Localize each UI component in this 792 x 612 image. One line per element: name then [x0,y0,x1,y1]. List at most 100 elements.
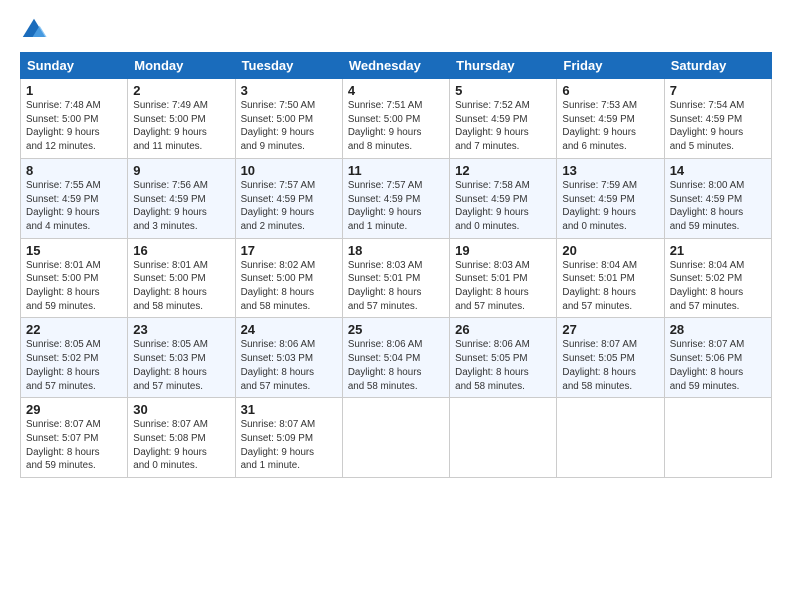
day-info: Sunrise: 8:04 AM Sunset: 5:02 PM Dayligh… [670,259,766,314]
calendar-week-2: 8Sunrise: 7:55 AM Sunset: 4:59 PM Daylig… [21,158,772,238]
day-info: Sunrise: 7:57 AM Sunset: 4:59 PM Dayligh… [241,179,337,234]
day-info: Sunrise: 8:07 AM Sunset: 5:06 PM Dayligh… [670,338,766,393]
calendar-cell: 23Sunrise: 8:05 AM Sunset: 5:03 PM Dayli… [128,318,235,398]
day-number: 1 [26,83,122,98]
day-number: 18 [348,243,444,258]
day-info: Sunrise: 8:01 AM Sunset: 5:00 PM Dayligh… [26,259,122,314]
calendar-header-friday: Friday [557,53,664,79]
calendar-cell: 30Sunrise: 8:07 AM Sunset: 5:08 PM Dayli… [128,398,235,478]
day-number: 10 [241,163,337,178]
day-info: Sunrise: 7:51 AM Sunset: 5:00 PM Dayligh… [348,99,444,154]
calendar-cell: 12Sunrise: 7:58 AM Sunset: 4:59 PM Dayli… [450,158,557,238]
day-info: Sunrise: 7:56 AM Sunset: 4:59 PM Dayligh… [133,179,229,234]
calendar-table: SundayMondayTuesdayWednesdayThursdayFrid… [20,52,772,478]
calendar-cell [664,398,771,478]
day-number: 19 [455,243,551,258]
calendar-cell [450,398,557,478]
calendar-cell: 13Sunrise: 7:59 AM Sunset: 4:59 PM Dayli… [557,158,664,238]
calendar-cell: 29Sunrise: 8:07 AM Sunset: 5:07 PM Dayli… [21,398,128,478]
calendar-header-tuesday: Tuesday [235,53,342,79]
calendar-cell: 26Sunrise: 8:06 AM Sunset: 5:05 PM Dayli… [450,318,557,398]
calendar-week-5: 29Sunrise: 8:07 AM Sunset: 5:07 PM Dayli… [21,398,772,478]
calendar-cell: 14Sunrise: 8:00 AM Sunset: 4:59 PM Dayli… [664,158,771,238]
day-info: Sunrise: 7:55 AM Sunset: 4:59 PM Dayligh… [26,179,122,234]
calendar-cell: 27Sunrise: 8:07 AM Sunset: 5:05 PM Dayli… [557,318,664,398]
day-info: Sunrise: 7:49 AM Sunset: 5:00 PM Dayligh… [133,99,229,154]
calendar-cell: 2Sunrise: 7:49 AM Sunset: 5:00 PM Daylig… [128,79,235,159]
calendar-cell: 19Sunrise: 8:03 AM Sunset: 5:01 PM Dayli… [450,238,557,318]
day-info: Sunrise: 8:07 AM Sunset: 5:07 PM Dayligh… [26,418,122,473]
day-number: 4 [348,83,444,98]
calendar-header-sunday: Sunday [21,53,128,79]
day-info: Sunrise: 8:06 AM Sunset: 5:03 PM Dayligh… [241,338,337,393]
calendar-cell: 25Sunrise: 8:06 AM Sunset: 5:04 PM Dayli… [342,318,449,398]
calendar-cell: 24Sunrise: 8:06 AM Sunset: 5:03 PM Dayli… [235,318,342,398]
day-number: 12 [455,163,551,178]
calendar-cell: 20Sunrise: 8:04 AM Sunset: 5:01 PM Dayli… [557,238,664,318]
day-info: Sunrise: 8:04 AM Sunset: 5:01 PM Dayligh… [562,259,658,314]
calendar-cell [557,398,664,478]
day-number: 27 [562,322,658,337]
page-container: SundayMondayTuesdayWednesdayThursdayFrid… [0,0,792,488]
day-number: 26 [455,322,551,337]
header [20,16,772,44]
day-info: Sunrise: 7:53 AM Sunset: 4:59 PM Dayligh… [562,99,658,154]
calendar-cell: 1Sunrise: 7:48 AM Sunset: 5:00 PM Daylig… [21,79,128,159]
day-number: 8 [26,163,122,178]
calendar-cell: 17Sunrise: 8:02 AM Sunset: 5:00 PM Dayli… [235,238,342,318]
calendar-cell [342,398,449,478]
calendar-cell: 28Sunrise: 8:07 AM Sunset: 5:06 PM Dayli… [664,318,771,398]
day-number: 20 [562,243,658,258]
day-number: 3 [241,83,337,98]
day-info: Sunrise: 8:06 AM Sunset: 5:05 PM Dayligh… [455,338,551,393]
logo [20,16,52,44]
calendar-cell: 7Sunrise: 7:54 AM Sunset: 4:59 PM Daylig… [664,79,771,159]
calendar-cell: 9Sunrise: 7:56 AM Sunset: 4:59 PM Daylig… [128,158,235,238]
day-number: 7 [670,83,766,98]
day-info: Sunrise: 8:07 AM Sunset: 5:05 PM Dayligh… [562,338,658,393]
day-info: Sunrise: 8:00 AM Sunset: 4:59 PM Dayligh… [670,179,766,234]
calendar-header-thursday: Thursday [450,53,557,79]
day-info: Sunrise: 8:05 AM Sunset: 5:03 PM Dayligh… [133,338,229,393]
calendar-cell: 4Sunrise: 7:51 AM Sunset: 5:00 PM Daylig… [342,79,449,159]
day-number: 22 [26,322,122,337]
day-info: Sunrise: 7:58 AM Sunset: 4:59 PM Dayligh… [455,179,551,234]
day-number: 29 [26,402,122,417]
calendar-week-4: 22Sunrise: 8:05 AM Sunset: 5:02 PM Dayli… [21,318,772,398]
calendar-cell: 5Sunrise: 7:52 AM Sunset: 4:59 PM Daylig… [450,79,557,159]
calendar-cell: 8Sunrise: 7:55 AM Sunset: 4:59 PM Daylig… [21,158,128,238]
calendar-header-saturday: Saturday [664,53,771,79]
day-number: 6 [562,83,658,98]
day-info: Sunrise: 8:03 AM Sunset: 5:01 PM Dayligh… [455,259,551,314]
calendar-cell: 21Sunrise: 8:04 AM Sunset: 5:02 PM Dayli… [664,238,771,318]
day-number: 16 [133,243,229,258]
day-info: Sunrise: 8:06 AM Sunset: 5:04 PM Dayligh… [348,338,444,393]
day-info: Sunrise: 7:52 AM Sunset: 4:59 PM Dayligh… [455,99,551,154]
day-info: Sunrise: 8:03 AM Sunset: 5:01 PM Dayligh… [348,259,444,314]
day-info: Sunrise: 7:59 AM Sunset: 4:59 PM Dayligh… [562,179,658,234]
calendar-week-1: 1Sunrise: 7:48 AM Sunset: 5:00 PM Daylig… [21,79,772,159]
day-info: Sunrise: 8:01 AM Sunset: 5:00 PM Dayligh… [133,259,229,314]
day-number: 11 [348,163,444,178]
calendar-cell: 10Sunrise: 7:57 AM Sunset: 4:59 PM Dayli… [235,158,342,238]
day-info: Sunrise: 7:57 AM Sunset: 4:59 PM Dayligh… [348,179,444,234]
day-number: 13 [562,163,658,178]
day-number: 25 [348,322,444,337]
logo-icon [20,16,48,44]
day-info: Sunrise: 8:02 AM Sunset: 5:00 PM Dayligh… [241,259,337,314]
day-number: 14 [670,163,766,178]
day-info: Sunrise: 8:07 AM Sunset: 5:08 PM Dayligh… [133,418,229,473]
calendar-cell: 16Sunrise: 8:01 AM Sunset: 5:00 PM Dayli… [128,238,235,318]
day-number: 30 [133,402,229,417]
calendar-header-monday: Monday [128,53,235,79]
day-number: 21 [670,243,766,258]
day-number: 28 [670,322,766,337]
calendar-cell: 18Sunrise: 8:03 AM Sunset: 5:01 PM Dayli… [342,238,449,318]
day-info: Sunrise: 7:50 AM Sunset: 5:00 PM Dayligh… [241,99,337,154]
calendar-header-wednesday: Wednesday [342,53,449,79]
calendar-cell: 6Sunrise: 7:53 AM Sunset: 4:59 PM Daylig… [557,79,664,159]
day-number: 31 [241,402,337,417]
day-number: 17 [241,243,337,258]
day-number: 24 [241,322,337,337]
day-number: 2 [133,83,229,98]
